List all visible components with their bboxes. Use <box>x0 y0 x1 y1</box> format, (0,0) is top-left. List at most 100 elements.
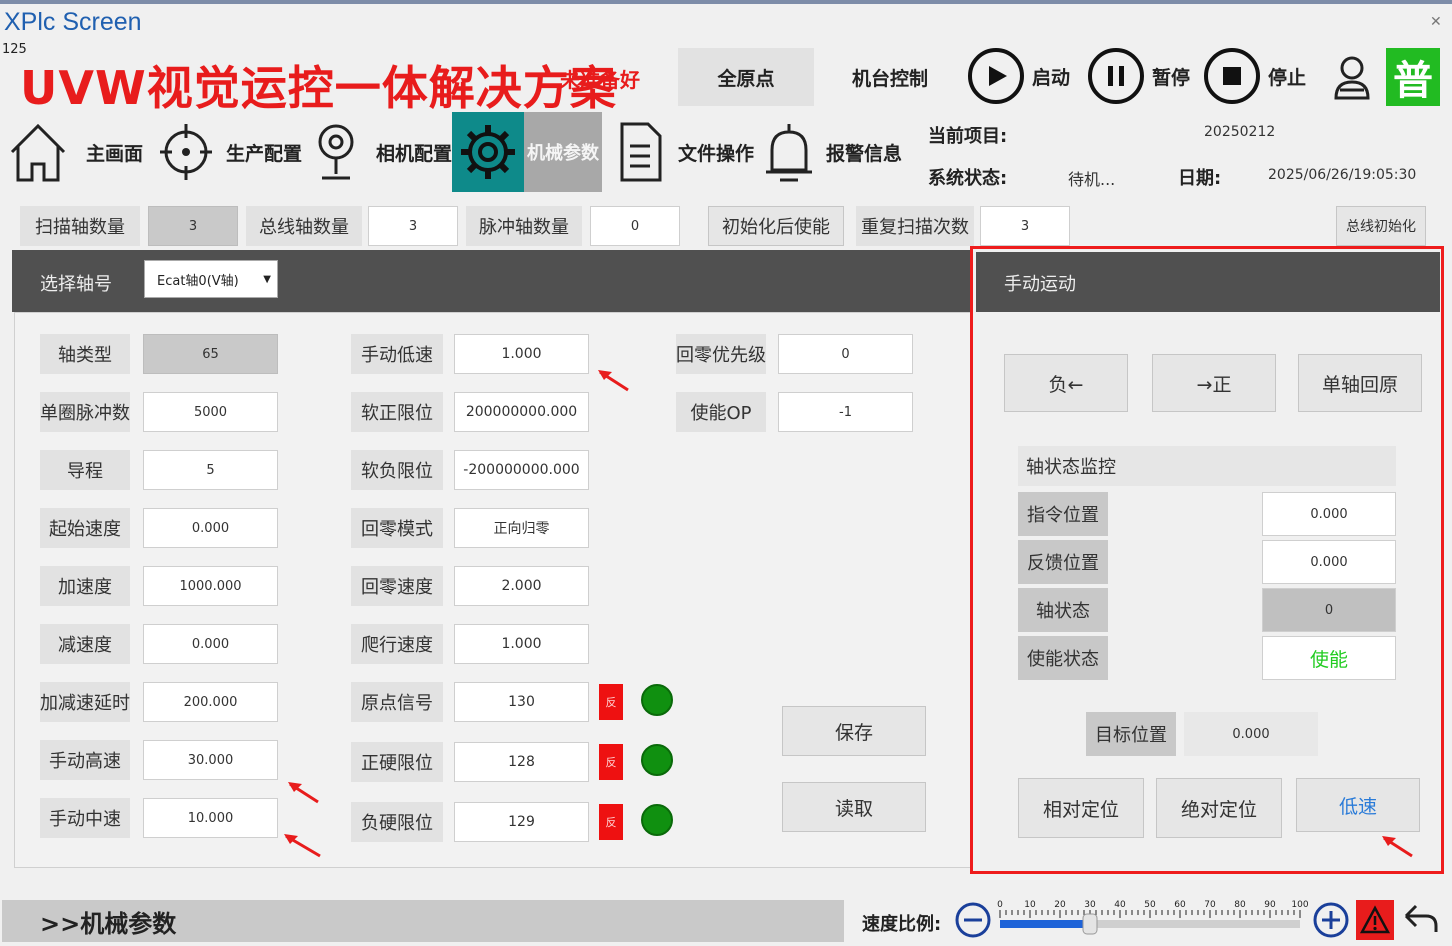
speed-mode-button[interactable]: 低速 <box>1296 778 1420 832</box>
slider-tick-label: 60 <box>1174 900 1186 910</box>
app-title: XPlc Screen <box>4 8 142 36</box>
axis-select-dropdown[interactable]: Ecat轴0(V轴) ▼ <box>144 260 278 298</box>
window-top-border <box>0 0 1452 4</box>
enable-after-init-button[interactable]: 初始化后使能 <box>708 206 844 246</box>
nav-item-home[interactable]: 主画面 <box>6 120 143 184</box>
param-value-input[interactable]: 200.000 <box>143 682 278 722</box>
all-home-button[interactable]: 全原点 <box>678 48 814 106</box>
stop-button[interactable]: 停止 <box>1204 48 1306 104</box>
start-label: 启动 <box>1032 66 1071 89</box>
machine-control-button[interactable]: 机台控制 <box>822 48 958 106</box>
invert-flag-button[interactable]: 反 <box>599 804 623 840</box>
slider-tick-label: 100 <box>1291 900 1308 910</box>
slider-tick-label: 30 <box>1084 900 1096 910</box>
breadcrumb: >>机械参数 <box>2 900 844 942</box>
chevron-down-icon: ▼ <box>263 273 271 285</box>
param-value-input[interactable]: 10.000 <box>143 798 278 838</box>
param-value-input[interactable]: 1.000 <box>454 624 589 664</box>
jog-positive-button[interactable]: →正 <box>1152 354 1276 412</box>
slider-tick-label: 80 <box>1234 900 1246 910</box>
nav-item-files[interactable]: 文件操作 <box>616 120 754 184</box>
project-label: 当前项目: <box>928 126 1008 147</box>
pulse-axis-label: 脉冲轴数量 <box>466 206 582 246</box>
param-label: 手动中速 <box>40 798 130 838</box>
param-value-input[interactable]: 129 <box>454 802 589 842</box>
param-label: 手动低速 <box>351 334 443 374</box>
annotation-arrow <box>284 834 321 858</box>
nav-label-production: 生产配置 <box>226 142 303 165</box>
signal-led-indicator <box>641 684 673 716</box>
axis-select-value: Ecat轴0(V轴) <box>157 273 239 289</box>
param-value-input[interactable]: 200000000.000 <box>454 392 589 432</box>
param-value-input[interactable]: 130 <box>454 682 589 722</box>
pause-icon <box>1088 48 1144 104</box>
param-value-input[interactable]: 30.000 <box>143 740 278 780</box>
param-label: 手动高速 <box>40 740 130 780</box>
read-button[interactable]: 读取 <box>782 782 926 832</box>
param-value-input[interactable]: 0.000 <box>143 508 278 548</box>
relative-move-button[interactable]: 相对定位 <box>1018 778 1144 838</box>
param-label: 正硬限位 <box>351 742 443 782</box>
slider-tick-label: 10 <box>1024 900 1036 910</box>
invert-flag-button[interactable]: 反 <box>599 684 623 720</box>
param-value-input[interactable]: 2.000 <box>454 566 589 606</box>
slider-tick-label: 90 <box>1264 900 1276 910</box>
nav-label-files: 文件操作 <box>678 142 755 165</box>
param-label: 使能OP <box>676 392 766 432</box>
bell-icon <box>766 124 812 182</box>
jog-negative-button[interactable]: 负← <box>1004 354 1128 412</box>
speed-ratio-label: 速度比例: <box>862 914 942 935</box>
nav-item-camera[interactable]: 相机配置 <box>312 120 452 184</box>
nav-item-mechanical[interactable] <box>452 112 524 192</box>
param-label: 回零速度 <box>351 566 443 606</box>
invert-flag-button[interactable]: 反 <box>599 744 623 780</box>
back-arrow-icon[interactable] <box>1400 900 1442 940</box>
slider-tick-label: 0 <box>997 900 1003 910</box>
repeat-scan-value[interactable]: 3 <box>980 206 1070 246</box>
speed-slider[interactable]: 0 10 20 30 40 50 60 70 80 90 100 <box>994 896 1310 942</box>
param-value-input[interactable]: 0.000 <box>143 624 278 664</box>
plus-icon[interactable] <box>1312 900 1350 940</box>
param-value-input[interactable]: 5000 <box>143 392 278 432</box>
monitor-value: 0.000 <box>1262 540 1396 584</box>
absolute-move-button[interactable]: 绝对定位 <box>1156 778 1282 838</box>
target-position-input[interactable]: 0.000 <box>1184 712 1318 756</box>
nav-item-alarm[interactable]: 报警信息 <box>762 120 902 184</box>
save-button[interactable]: 保存 <box>782 706 926 756</box>
param-value-input[interactable]: 5 <box>143 450 278 490</box>
nav-label-mechanical[interactable]: 机械参数 <box>524 112 602 192</box>
warning-icon[interactable] <box>1356 900 1394 940</box>
close-icon[interactable]: ✕ <box>1430 14 1442 30</box>
slider-thumb <box>1082 913 1098 935</box>
bus-init-button[interactable]: 总线初始化 <box>1336 206 1426 246</box>
start-button[interactable]: 启动 <box>968 48 1070 104</box>
minus-icon[interactable] <box>954 900 992 940</box>
bus-axis-value[interactable]: 3 <box>368 206 458 246</box>
param-value-input[interactable]: 1000.000 <box>143 566 278 606</box>
param-label: 回零模式 <box>351 508 443 548</box>
param-value-input[interactable]: 0 <box>778 334 913 374</box>
param-value-input: 65 <box>143 334 278 374</box>
stop-icon <box>1204 48 1260 104</box>
stop-label: 停止 <box>1268 66 1307 89</box>
single-axis-home-button[interactable]: 单轴回原 <box>1298 354 1422 412</box>
user-icon[interactable] <box>1332 54 1372 106</box>
scan-axis-label: 扫描轴数量 <box>20 206 140 246</box>
monitor-label: 使能状态 <box>1018 636 1108 680</box>
param-value-input[interactable]: -200000000.000 <box>454 450 589 490</box>
mode-badge[interactable]: 普 <box>1386 48 1440 106</box>
param-label: 轴类型 <box>40 334 130 374</box>
pause-button[interactable]: 暂停 <box>1088 48 1190 104</box>
param-value-input[interactable]: 正向归零 <box>454 508 589 548</box>
param-value-input[interactable]: 1.000 <box>454 334 589 374</box>
monitor-value: 使能 <box>1262 636 1396 680</box>
target-icon <box>160 124 212 180</box>
param-label: 减速度 <box>40 624 130 664</box>
param-value-input[interactable]: -1 <box>778 392 913 432</box>
param-label: 导程 <box>40 450 130 490</box>
pulse-axis-value[interactable]: 0 <box>590 206 680 246</box>
slider-tick-label: 40 <box>1114 900 1126 910</box>
param-value-input[interactable]: 128 <box>454 742 589 782</box>
slider-tick-label: 70 <box>1204 900 1216 910</box>
nav-item-production[interactable]: 生产配置 <box>160 120 302 184</box>
